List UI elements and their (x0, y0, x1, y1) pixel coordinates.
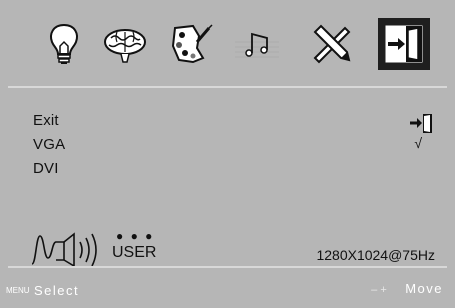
brain-icon (104, 29, 146, 63)
move-label: Move (405, 281, 443, 296)
tab-exit[interactable] (378, 18, 430, 70)
select-label: Select (34, 283, 80, 298)
footer-select-hint: MENU Select (6, 282, 79, 300)
osd-menu: Exit VGA DVI √ ● ● ● USER 1280X1024@75Hz… (0, 0, 455, 308)
mode-label: USER (112, 244, 157, 261)
top-divider (8, 86, 447, 88)
tab-audio[interactable] (231, 18, 283, 70)
menu-item-vga[interactable]: VGA (33, 136, 65, 153)
menu-item-exit[interactable]: Exit (33, 112, 59, 129)
music-icon (235, 32, 279, 58)
indicator-dots: ● ● ● (116, 229, 155, 243)
tab-bar (0, 18, 455, 72)
minus-plus-symbols: – + (371, 284, 387, 296)
lightbulb-icon (50, 23, 78, 64)
resolution-readout: 1280X1024@75Hz (316, 247, 435, 263)
exit-door-icon (385, 25, 423, 63)
selected-checkmark: √ (414, 135, 422, 151)
palette-icon (171, 24, 213, 64)
menu-item-dvi[interactable]: DVI (33, 160, 59, 177)
bottom-divider (8, 266, 447, 268)
tab-brightness[interactable] (38, 18, 90, 70)
footer-move-hint: – + Move (371, 280, 443, 298)
menu-key-label: MENU (6, 286, 30, 295)
tools-icon (313, 24, 351, 64)
tab-image[interactable] (99, 18, 151, 70)
tab-tools[interactable] (305, 18, 357, 70)
tab-color[interactable] (163, 18, 215, 70)
